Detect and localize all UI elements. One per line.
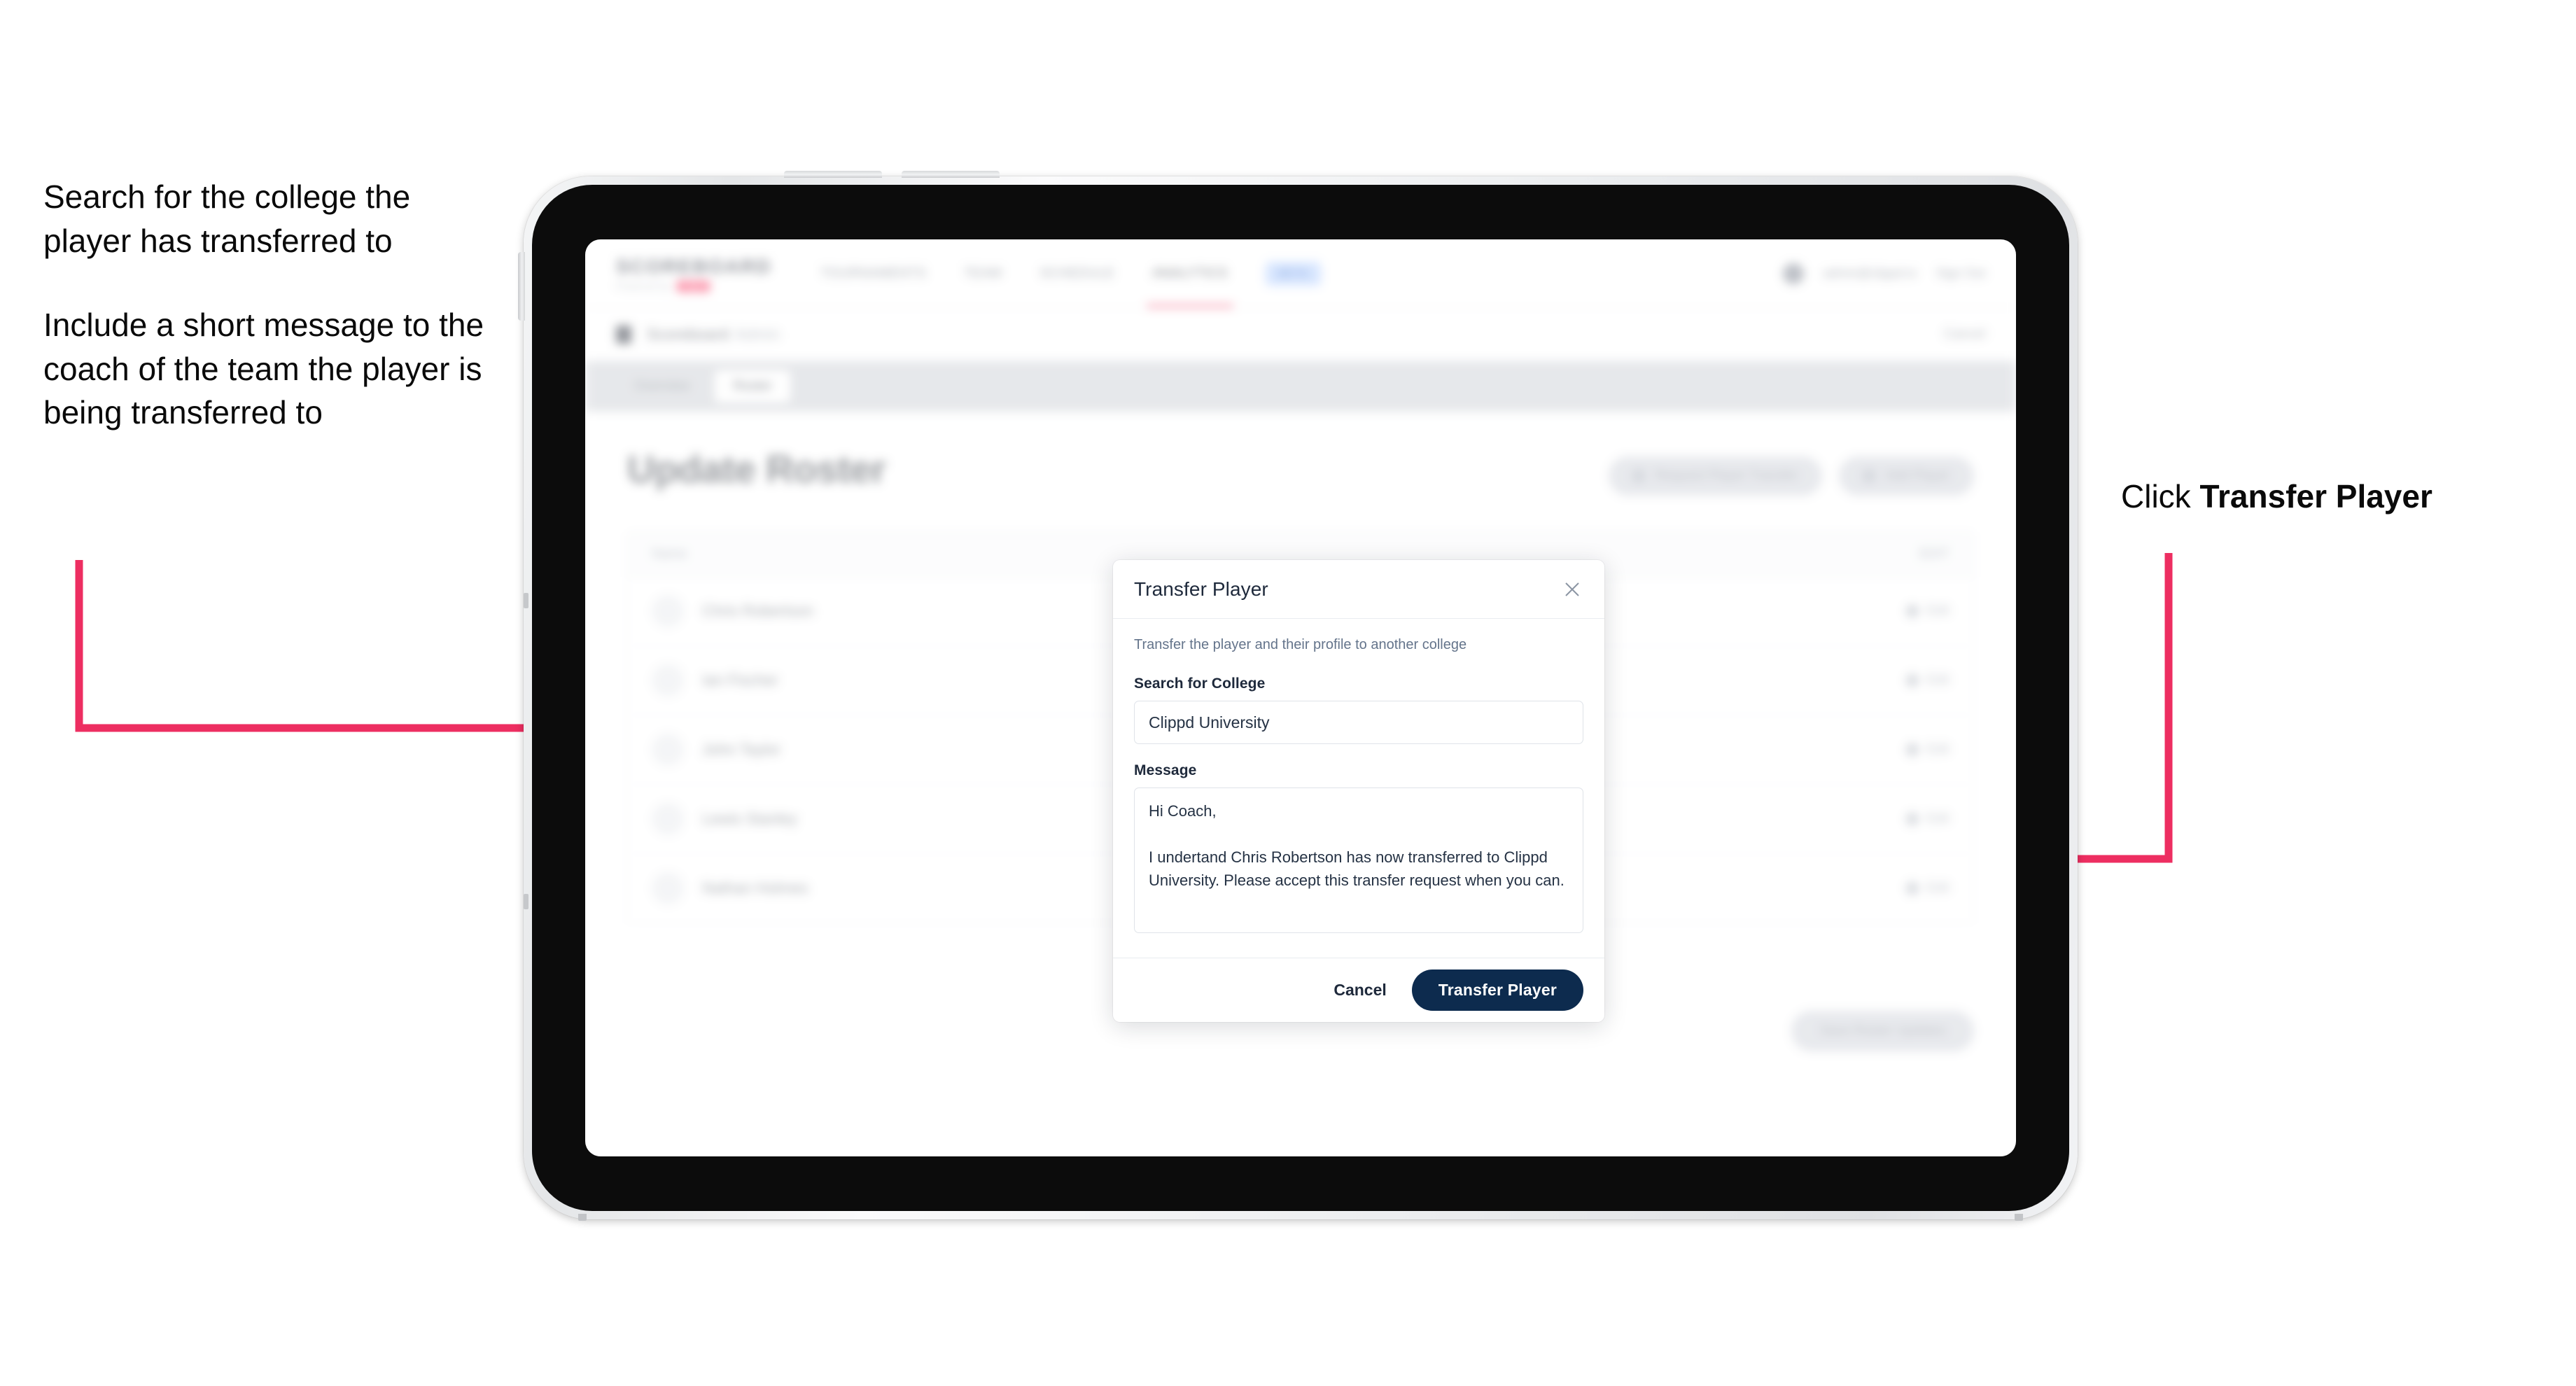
annotation-left-line-2: Include a short message to the coach of … (43, 307, 484, 431)
field-spacer (1134, 744, 1583, 762)
cancel-button[interactable]: Cancel (1329, 975, 1390, 1005)
volume-up-button[interactable] (784, 171, 882, 178)
side-nub-top (524, 593, 528, 608)
volume-down-button[interactable] (902, 171, 1000, 178)
side-nub-bottom (524, 894, 528, 909)
modal-overlay: Transfer Player Transfer the player and … (585, 239, 2016, 1156)
transfer-player-submit-button[interactable]: Transfer Player (1411, 969, 1583, 1011)
dialog-footer: Cancel Transfer Player (1113, 958, 1604, 1022)
annotation-left: Search for the college the player has tr… (43, 175, 491, 435)
tablet-device: SCOREBOARD Powered by clippd TOURNAMENTS… (518, 171, 2078, 1221)
annotation-right-bold: Transfer Player (2199, 478, 2432, 514)
tablet-screen: SCOREBOARD Powered by clippd TOURNAMENTS… (585, 239, 2016, 1156)
college-field-label: Search for College (1134, 676, 1266, 692)
dialog-title: Transfer Player (1134, 578, 1268, 600)
dialog-subtitle: Transfer the player and their profile to… (1134, 637, 1467, 652)
tablet-bezel: SCOREBOARD Powered by clippd TOURNAMENTS… (532, 185, 2069, 1211)
bottom-nub-left (578, 1214, 587, 1221)
dialog-header: Transfer Player (1113, 560, 1604, 619)
transfer-player-dialog: Transfer Player Transfer the player and … (1113, 560, 1604, 1022)
tablet-chassis: SCOREBOARD Powered by clippd TOURNAMENTS… (518, 171, 2078, 1221)
search-college-input[interactable] (1134, 701, 1583, 744)
annotation-right: Click Transfer Player (2121, 475, 2432, 519)
dialog-body: Transfer the player and their profile to… (1113, 619, 1604, 958)
annotation-left-line-1: Search for the college the player has tr… (43, 178, 411, 259)
message-textarea[interactable] (1134, 788, 1583, 933)
message-field-label: Message (1134, 762, 1197, 778)
close-icon[interactable] (1558, 575, 1586, 603)
annotation-right-prefix: Click (2121, 478, 2200, 514)
power-button[interactable] (518, 252, 525, 321)
bottom-nub-right (2015, 1214, 2023, 1221)
